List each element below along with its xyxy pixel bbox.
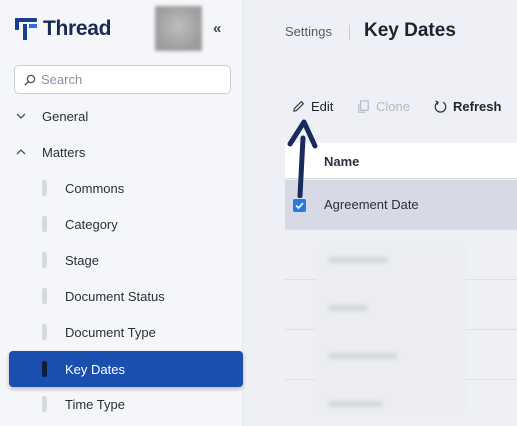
drag-handle-icon [42,361,47,377]
search-box[interactable] [14,65,231,94]
search-input[interactable] [41,72,221,87]
avatar[interactable] [155,6,202,51]
pencil-icon [293,101,304,112]
chevron-down-icon [16,113,26,119]
search-icon [24,74,36,86]
sidebar-item-label: Document Type [65,324,156,340]
sidebar-item-category[interactable]: Category [9,206,243,242]
sidebar-group-general[interactable]: General [0,98,243,134]
checkmark-icon [295,202,304,210]
app-logo[interactable]: Thread [15,17,112,41]
row-checkbox[interactable] [293,199,306,212]
sidebar-item-commons[interactable]: Commons [9,170,243,206]
drag-handle-icon [42,180,47,196]
drag-handle-icon [42,324,47,340]
sidebar-item-stage[interactable]: Stage [9,242,243,278]
arrow-up-annotation [287,119,318,198]
clone-button-label: Clone [376,99,410,114]
sidebar-group-label: Matters [42,144,86,160]
sidebar-item-time-type[interactable]: Time Type [9,386,243,422]
column-header-name[interactable]: Name [324,154,359,169]
clone-button[interactable]: Clone [356,99,410,114]
sidebar-item-label: Stage [65,252,99,268]
sidebar-item-label: Document Status [65,288,165,304]
page-header: Settings Key Dates [243,0,517,62]
redacted-content [316,245,466,417]
breadcrumb-divider [349,25,350,40]
page-title: Key Dates [364,20,456,41]
sidebar-group-matters[interactable]: Matters [0,134,243,170]
row-name: Agreement Date [324,197,419,212]
sidebar: Thread « General Matters Commons Categor… [0,0,243,426]
sidebar-item-label: Commons [65,180,125,196]
copy-icon [358,100,369,113]
drag-handle-icon [42,396,47,412]
edit-button[interactable]: Edit [291,99,333,114]
sidebar-item-key-dates[interactable]: Key Dates [9,351,243,387]
sidebar-item-label: Category [65,216,118,232]
thread-logo-icon [15,18,37,40]
refresh-icon [434,100,447,113]
drag-handle-icon [42,288,47,304]
drag-handle-icon [42,252,47,268]
refresh-button-label: Refresh [453,99,502,114]
sidebar-item-document-type[interactable]: Document Type [9,314,243,350]
sidebar-item-label: Key Dates [65,361,125,377]
app-name: Thread [43,17,112,40]
sidebar-group-label: General [42,108,89,124]
breadcrumb[interactable]: Settings [285,24,332,39]
chevron-up-icon [16,149,26,155]
sidebar-item-document-status[interactable]: Document Status [9,278,243,314]
drag-handle-icon [42,216,47,232]
edit-button-label: Edit [311,99,334,114]
refresh-button[interactable]: Refresh [433,99,501,114]
sidebar-item-label: Time Type [65,396,125,412]
collapse-sidebar-button[interactable]: « [213,20,221,37]
